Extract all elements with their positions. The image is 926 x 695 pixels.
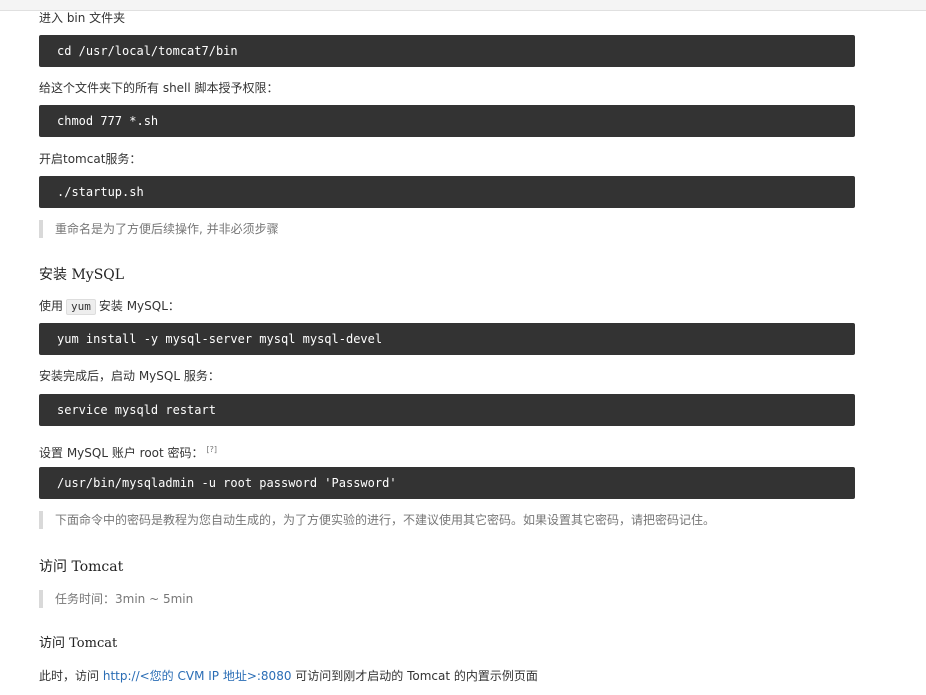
use-prefix: 使用: [39, 299, 64, 313]
inline-code-yum: yum: [66, 299, 96, 315]
tomcat-url-link[interactable]: http://<您的 CVM IP 地址>:8080: [103, 669, 292, 683]
subheading-visit-tomcat: 访问 Tomcat: [39, 636, 118, 651]
set-password-text: 设置 MySQL 账户 root 密码： [?]: [39, 442, 217, 461]
use-yum-text: 使用 yum 安装 MySQL：: [39, 298, 180, 315]
visit-tomcat-text: 此时，访问 http://<您的 CVM IP 地址>:8080 可访问到刚才启…: [39, 668, 538, 684]
note-password: 下面命令中的密码是教程为您自动生成的，为了方便实验的进行，不建议使用其它密码。如…: [39, 511, 715, 529]
use-suffix: 安装 MySQL：: [98, 299, 180, 313]
set-password-label: 设置 MySQL 账户 root 密码：: [39, 446, 204, 460]
code-block-chmod[interactable]: chmod 777 *.sh: [39, 105, 855, 137]
heading-install-mysql: 安装 MySQL: [39, 267, 125, 283]
top-bar-edge: [0, 0, 926, 11]
code-block-restart[interactable]: service mysqld restart: [39, 394, 855, 426]
after-install-text: 安装完成后，启动 MySQL 服务：: [39, 369, 220, 383]
start-tomcat-text: 开启tomcat服务：: [39, 152, 142, 166]
code-block-yum-install[interactable]: yum install -y mysql-server mysql mysql-…: [39, 323, 855, 355]
heading-visit-tomcat: 访问 Tomcat: [39, 559, 124, 575]
chmod-description: 给这个文件夹下的所有 shell 脚本授予权限：: [39, 81, 279, 95]
visit-prefix: 此时，访问: [39, 669, 100, 683]
code-block-mysqladmin[interactable]: /usr/bin/mysqladmin -u root password 'Pa…: [39, 467, 855, 499]
enter-bin-text: 进入 bin 文件夹: [39, 11, 126, 25]
code-block-startup[interactable]: ./startup.sh: [39, 176, 855, 208]
task-time-note: 任务时间：3min ~ 5min: [39, 590, 193, 608]
reference-mark[interactable]: [?]: [207, 445, 218, 454]
visit-suffix: 可访问到刚才启动的 Tomcat 的内置示例页面: [295, 669, 538, 683]
code-block-cd[interactable]: cd /usr/local/tomcat7/bin: [39, 35, 855, 67]
note-rename: 重命名是为了方便后续操作, 并非必须步骤: [39, 220, 279, 238]
